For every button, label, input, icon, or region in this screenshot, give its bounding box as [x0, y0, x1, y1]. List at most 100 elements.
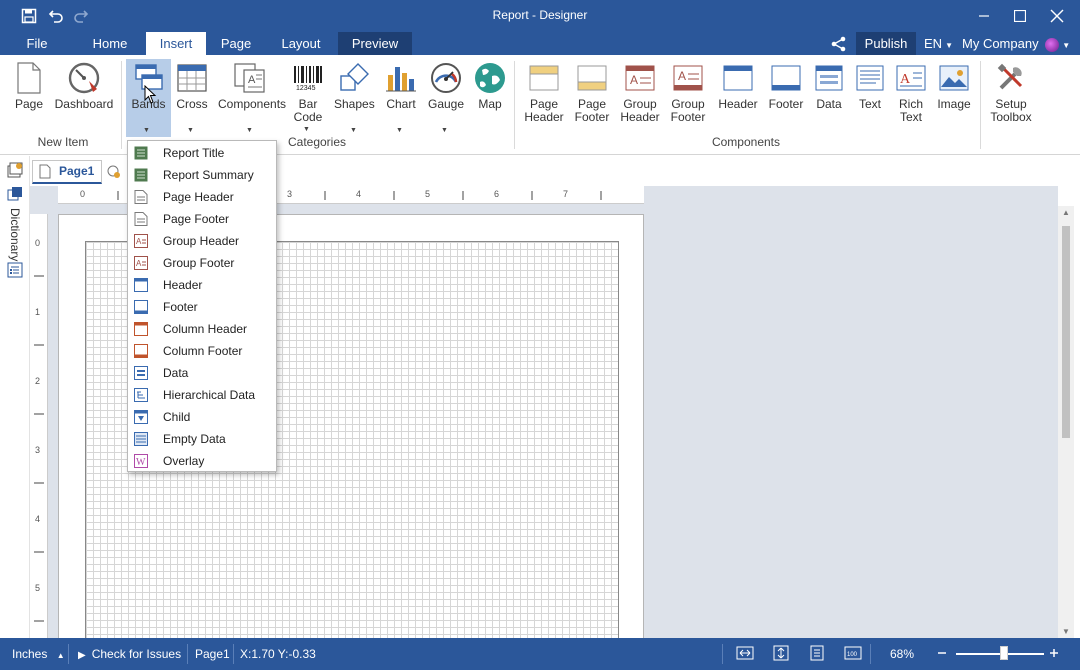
map-button-label: Map — [478, 97, 502, 111]
menu-item-header[interactable]: Header — [128, 274, 276, 296]
check-issues-button[interactable]: ▶ Check for Issues — [78, 638, 181, 670]
menu-item-column-footer[interactable]: Column Footer — [128, 340, 276, 362]
maximize-icon[interactable] — [1001, 0, 1039, 32]
data-icon — [812, 61, 846, 95]
share-icon[interactable] — [830, 32, 852, 55]
menu-item-group-footer[interactable]: A Group Footer — [128, 252, 276, 274]
page-header-label: Page Header — [524, 97, 564, 124]
data-button[interactable]: Data — [810, 59, 848, 111]
chart-button[interactable]: Chart — [382, 59, 420, 111]
menu-item-page-header[interactable]: Page Header — [128, 186, 276, 208]
menu-item-data[interactable]: Data — [128, 362, 276, 384]
menu-item-label: Column Footer — [163, 344, 243, 358]
dashboard-button[interactable]: Dashboard — [54, 59, 114, 111]
menu-item-label: Group Header — [163, 234, 240, 248]
tab-insert[interactable]: Insert — [146, 32, 206, 55]
map-button[interactable]: Map — [472, 59, 508, 111]
close-icon[interactable] — [1038, 0, 1076, 32]
fit-width-icon[interactable] — [736, 645, 754, 663]
zoom-in-icon[interactable] — [1049, 638, 1059, 670]
tab-page[interactable]: Page — [210, 32, 262, 55]
menu-item-hierarchical-data[interactable]: Hierarchical Data — [128, 384, 276, 406]
tab-home[interactable]: Home — [84, 32, 136, 55]
map-icon — [473, 61, 507, 95]
barcode-icon: 12345 — [291, 61, 325, 95]
status-divider — [722, 644, 723, 664]
page-button[interactable]: Page — [10, 59, 48, 111]
page-tab[interactable]: Page1 — [32, 160, 102, 184]
zoom-out-icon[interactable] — [937, 638, 947, 670]
menu-item-footer[interactable]: Footer — [128, 296, 276, 318]
group-footer-button[interactable]: A Group Footer — [666, 59, 710, 124]
svg-text:A: A — [136, 237, 142, 246]
scroll-up-icon[interactable]: ▲ — [1058, 208, 1074, 217]
whole-page-icon[interactable] — [808, 645, 826, 663]
text-button[interactable]: Text — [852, 59, 888, 111]
footer-button[interactable]: Footer — [764, 59, 808, 111]
scrollbar-thumb[interactable] — [1062, 226, 1070, 438]
page-footer-button[interactable]: Page Footer — [570, 59, 614, 124]
hierarchical-data-icon — [134, 388, 148, 402]
gauge-icon — [429, 61, 463, 95]
svg-text:A: A — [900, 72, 911, 87]
vertical-scrollbar[interactable]: ▲ ▼ — [1058, 206, 1074, 638]
dictionary-dock-label[interactable]: Dictionary — [8, 208, 22, 261]
language-selector[interactable]: EN ▼ — [924, 32, 956, 55]
column-footer-icon — [134, 344, 148, 358]
gauge-button[interactable]: Gauge — [425, 59, 467, 111]
page-header-button[interactable]: Page Header — [522, 59, 566, 124]
menu-item-label: Column Header — [163, 322, 248, 336]
shapes-button[interactable]: Shapes — [334, 59, 375, 111]
units-selector[interactable]: Inches ▲ — [12, 638, 65, 670]
menu-item-report-title[interactable]: Report Title — [128, 142, 276, 164]
minimize-icon[interactable] — [965, 0, 1003, 32]
add-page-icon[interactable] — [106, 164, 122, 183]
menu-item-page-footer[interactable]: Page Footer — [128, 208, 276, 230]
header-button[interactable]: Header — [716, 59, 760, 111]
cross-button[interactable]: Cross — [174, 59, 210, 111]
new-item-group-label: New Item — [37, 135, 89, 149]
header-label: Header — [718, 97, 758, 111]
publish-button[interactable]: Publish — [856, 32, 916, 55]
menu-item-child[interactable]: Child — [128, 406, 276, 428]
zoom-100-icon[interactable]: 100 — [844, 645, 862, 663]
tab-layout[interactable]: Layout — [272, 32, 330, 55]
chevron-down-icon: ▼ — [143, 127, 150, 134]
menu-item-group-header[interactable]: A Group Header — [128, 230, 276, 252]
rich-text-button[interactable]: A Rich Text — [892, 59, 930, 124]
cross-button-label: Cross — [176, 97, 208, 111]
menu-item-label: Header — [163, 278, 203, 292]
image-button[interactable]: Image — [934, 59, 974, 111]
report-tree-icon[interactable] — [7, 162, 23, 181]
menu-item-report-summary[interactable]: Report Summary — [128, 164, 276, 186]
status-divider — [68, 644, 69, 664]
menu-item-empty-data[interactable]: Empty Data — [128, 428, 276, 450]
page-icon — [12, 61, 46, 95]
menu-item-column-header[interactable]: Column Header — [128, 318, 276, 340]
empty-data-icon — [134, 432, 148, 446]
company-selector[interactable]: My Company ▼ — [962, 32, 1072, 55]
categories-group-label: Categories — [287, 135, 347, 149]
group-divider — [980, 61, 981, 149]
zoom-slider-thumb[interactable] — [1000, 646, 1008, 660]
menu-item-overlay[interactable]: W Overlay — [128, 450, 276, 472]
shapes-icon — [337, 61, 371, 95]
footer-icon — [769, 61, 803, 95]
page-footer-label: Page Footer — [574, 97, 610, 124]
chevron-down-icon: ▼ — [1062, 41, 1071, 50]
fit-height-icon[interactable] — [772, 645, 790, 663]
group-header-label: Group Header — [620, 97, 660, 124]
group-header-button[interactable]: A Group Header — [618, 59, 662, 124]
chevron-down-icon: ▼ — [303, 126, 310, 133]
tab-preview[interactable]: Preview — [338, 32, 412, 55]
properties-icon[interactable] — [7, 262, 23, 281]
chevron-down-icon: ▼ — [350, 127, 357, 134]
scroll-down-icon[interactable]: ▼ — [1058, 627, 1074, 636]
setup-toolbox-button[interactable]: Setup Toolbox — [988, 59, 1034, 124]
page-header-icon — [527, 61, 561, 95]
tab-file[interactable]: File — [14, 32, 60, 55]
check-issues-label: Check for Issues — [91, 647, 182, 661]
dictionary-icon[interactable] — [7, 186, 23, 205]
components-button[interactable]: A Components — [218, 59, 286, 111]
barcode-button[interactable]: 12345 Bar Code — [290, 59, 326, 124]
